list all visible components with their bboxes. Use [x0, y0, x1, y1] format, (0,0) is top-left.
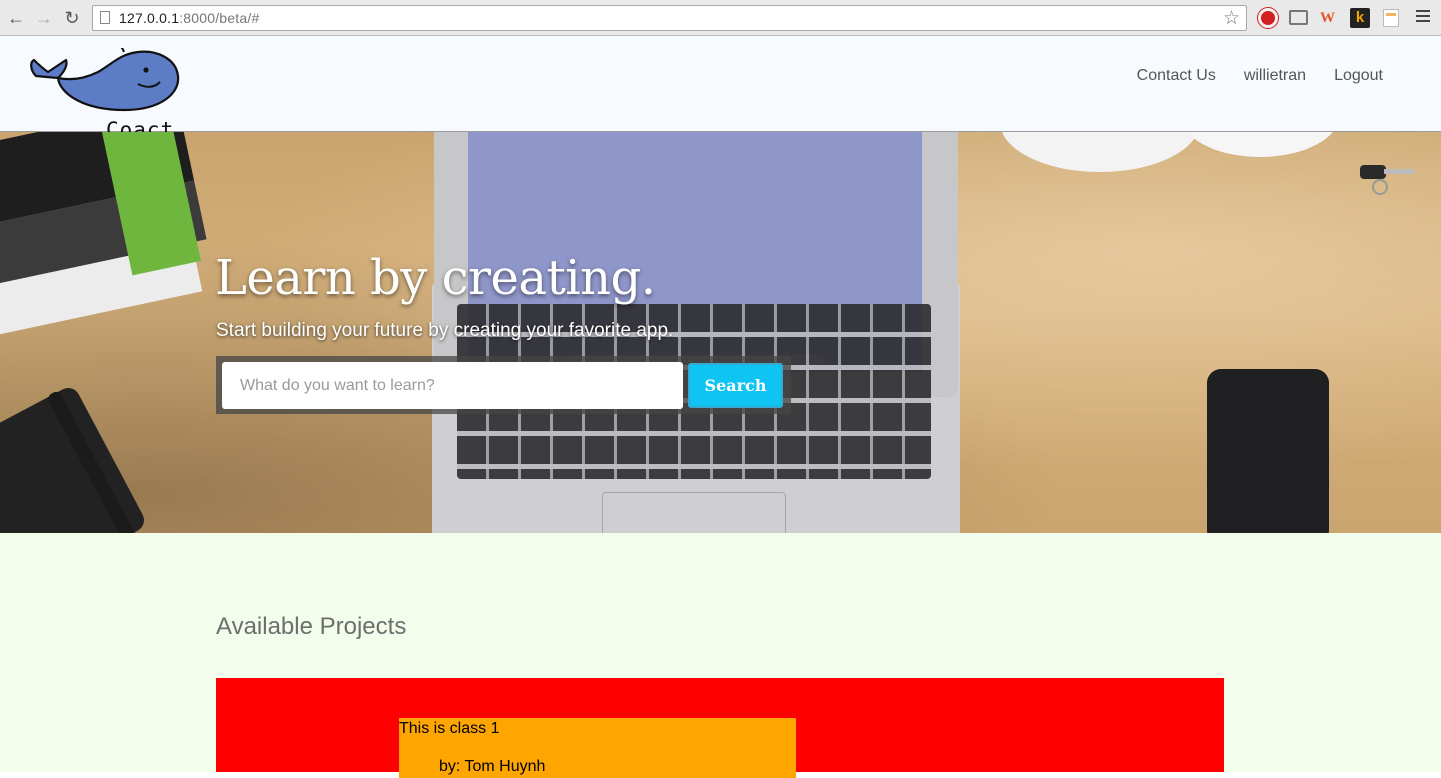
browser-toolbar: ← → ↻ 127.0.0.1:8000/beta/# ☆ W k: [0, 0, 1441, 36]
phone-image: [1207, 369, 1329, 533]
project-name: This is class 1: [399, 720, 500, 737]
nav-contact-us[interactable]: Contact Us: [1137, 67, 1216, 85]
projects-heading: Available Projects: [216, 613, 407, 640]
nav-logout[interactable]: Logout: [1334, 67, 1383, 85]
project-card[interactable]: This is class 1 by: Tom Huynh: [399, 718, 796, 778]
search-form: Search: [216, 356, 791, 414]
page-icon: [100, 11, 110, 24]
reload-icon[interactable]: ↻: [62, 8, 82, 28]
projects-container: This is class 1 by: Tom Huynh: [216, 678, 1224, 778]
coact-logo[interactable]: Coact: [28, 44, 184, 142]
wappalyzer-icon[interactable]: W: [1320, 8, 1340, 28]
back-icon[interactable]: ←: [6, 8, 26, 28]
bookmark-star-icon[interactable]: ☆: [1223, 7, 1240, 30]
search-button[interactable]: Search: [688, 363, 783, 408]
projects-section: Available Projects This is class 1 by: T…: [0, 533, 1441, 778]
forward-icon[interactable]: →: [34, 8, 54, 28]
whale-icon: [30, 44, 180, 112]
project-author: by: Tom Huynh: [439, 758, 546, 775]
nav-user-profile[interactable]: willietran: [1244, 67, 1306, 85]
k-extension-icon[interactable]: k: [1350, 8, 1370, 28]
cast-icon[interactable]: [1289, 10, 1308, 25]
hero-title: Learn by creating.: [215, 250, 656, 306]
url-text: 127.0.0.1:8000/beta/#: [119, 10, 260, 26]
keys-image: [1360, 165, 1414, 195]
search-input[interactable]: [222, 362, 683, 409]
hero-subtitle: Start building your future by creating y…: [216, 320, 674, 341]
hero-banner: MacBook Air Learn by creating. Start bui…: [0, 132, 1441, 533]
main-nav: Contact Us willietran Logout: [1137, 67, 1383, 85]
notes-extension-icon[interactable]: [1383, 9, 1399, 27]
opera-extension-icon[interactable]: [1258, 8, 1278, 28]
site-header: Coact Contact Us willietran Logout: [0, 36, 1441, 142]
browser-menu-icon[interactable]: [1416, 10, 1430, 25]
address-bar[interactable]: 127.0.0.1:8000/beta/# ☆: [92, 5, 1247, 31]
trackpad-image: [602, 492, 786, 533]
